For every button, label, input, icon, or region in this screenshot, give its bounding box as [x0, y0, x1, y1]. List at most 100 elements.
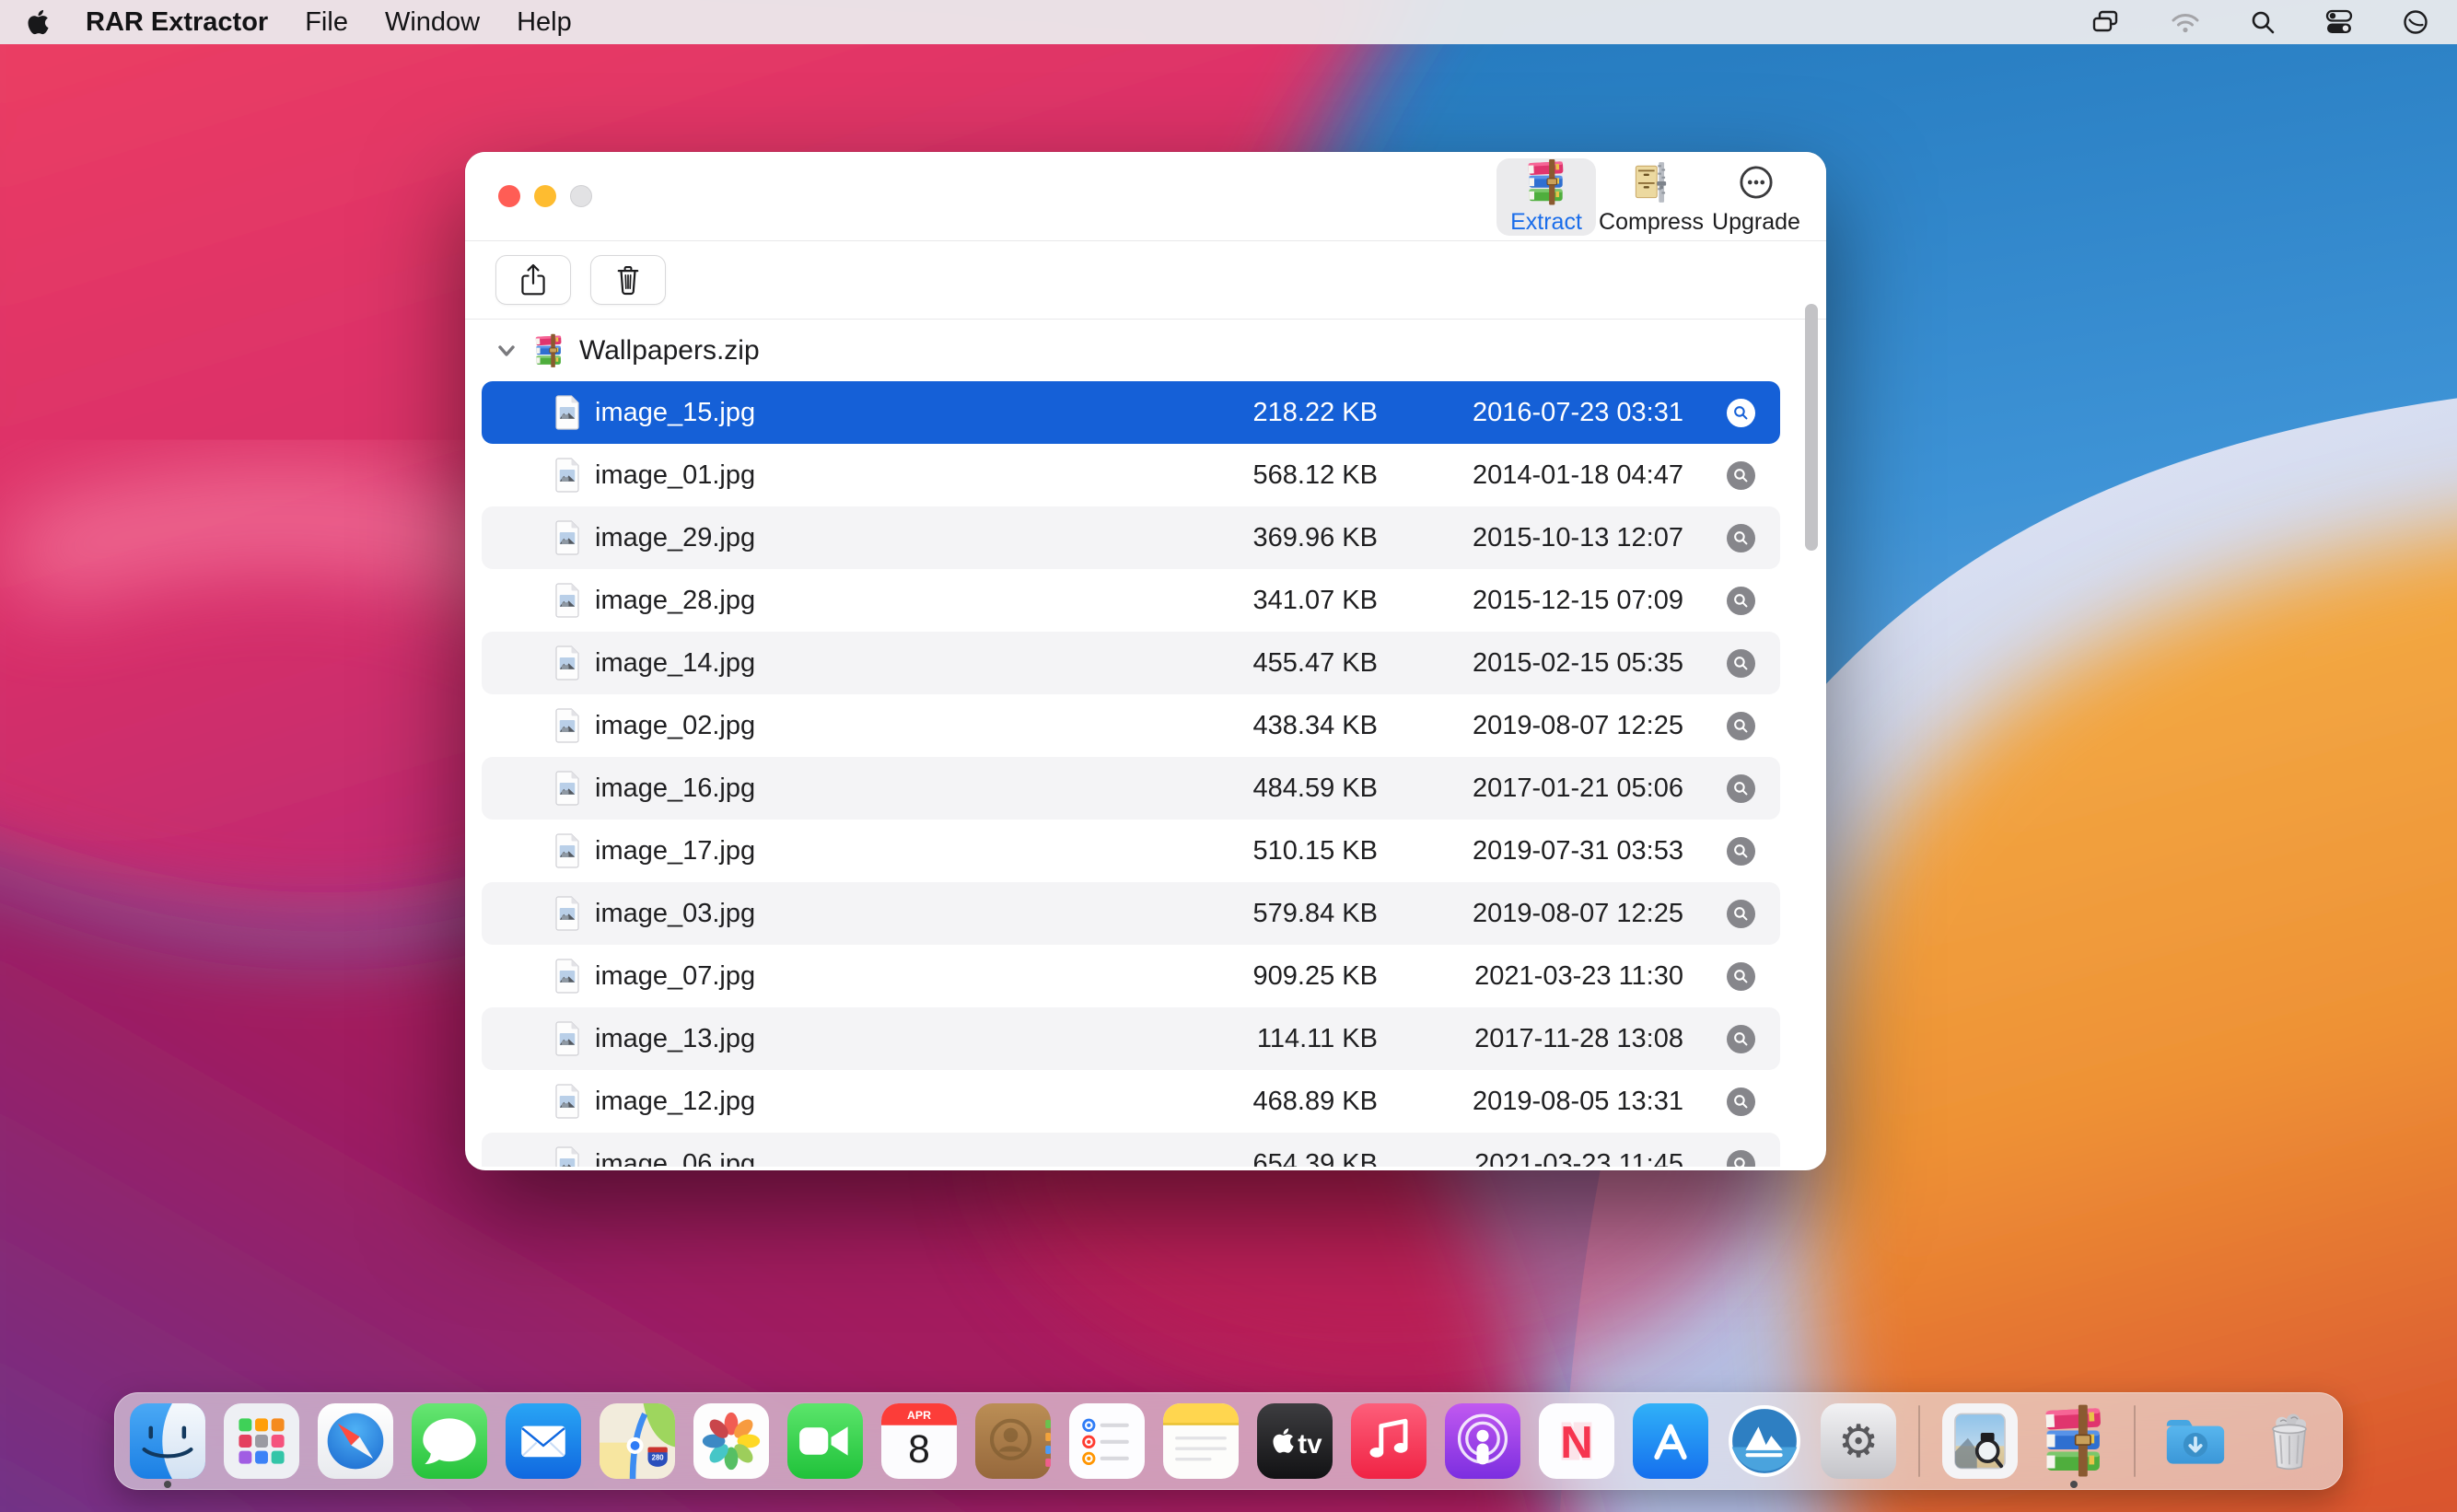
dock-finder[interactable] — [130, 1403, 205, 1479]
rar-extractor-window: Extract Compress — [465, 152, 1826, 1170]
archive-row[interactable]: Wallpapers.zip — [482, 320, 1780, 381]
clock-icon[interactable] — [2402, 8, 2429, 36]
dock-notes[interactable] — [1163, 1403, 1239, 1479]
file-name: image_03.jpg — [595, 899, 755, 929]
magnifier-badge-icon[interactable] — [1727, 399, 1755, 427]
extract-tool-button[interactable]: Extract — [1496, 158, 1596, 236]
minimize-button[interactable] — [534, 185, 556, 207]
file-row[interactable]: image_29.jpg 369.96 KB 2015-10-13 12:07 — [482, 506, 1780, 569]
dock-rar-extractor[interactable] — [2036, 1403, 2112, 1479]
dock-launchpad[interactable] — [224, 1403, 299, 1479]
file-date: 2016-07-23 03:31 — [1473, 398, 1683, 428]
magnifier-badge-icon[interactable] — [1727, 837, 1755, 866]
scrollbar-thumb[interactable] — [1805, 304, 1818, 551]
file-row[interactable]: image_03.jpg 579.84 KB 2019-08-07 12:25 — [482, 882, 1780, 945]
dock-facetime[interactable] — [787, 1403, 863, 1479]
menu-help[interactable]: Help — [517, 7, 572, 38]
dock-trash[interactable] — [2252, 1403, 2327, 1479]
jpeg-document-icon — [553, 520, 581, 555]
close-button[interactable] — [498, 185, 520, 207]
magnifier-badge-icon[interactable] — [1727, 1150, 1755, 1168]
dock-app-store[interactable] — [1633, 1403, 1708, 1479]
dock-safari[interactable] — [318, 1403, 393, 1479]
dock-news[interactable]: N — [1539, 1403, 1614, 1479]
file-row[interactable]: image_16.jpg 484.59 KB 2017-01-21 05:06 — [482, 757, 1780, 820]
calendar-month: APR — [907, 1409, 931, 1422]
file-row[interactable]: image_07.jpg 909.25 KB 2021-03-23 11:30 — [482, 945, 1780, 1007]
dock-mountain-app[interactable] — [1727, 1403, 1802, 1479]
wifi-icon[interactable] — [2170, 9, 2201, 35]
compress-tool-button[interactable]: Compress — [1601, 158, 1701, 236]
file-row[interactable]: image_06.jpg 654.39 KB 2021-03-23 11:45 — [482, 1133, 1780, 1167]
dock-maps[interactable]: 280 — [600, 1403, 675, 1479]
file-date: 2019-08-05 13:31 — [1473, 1087, 1683, 1117]
file-size: 369.96 KB — [1253, 523, 1378, 553]
file-row[interactable]: image_12.jpg 468.89 KB 2019-08-05 13:31 — [482, 1070, 1780, 1133]
magnifier-badge-icon[interactable] — [1727, 962, 1755, 991]
file-date: 2015-02-15 05:35 — [1473, 648, 1683, 679]
menu-bar: RAR Extractor File Window Help — [0, 0, 2457, 44]
file-row[interactable]: image_15.jpg 218.22 KB 2016-07-23 03:31 — [482, 381, 1780, 444]
file-size: 341.07 KB — [1253, 586, 1378, 616]
dock-preview[interactable] — [1942, 1403, 2018, 1479]
magnifier-badge-icon[interactable] — [1727, 587, 1755, 615]
trash-icon — [612, 262, 644, 297]
magnifier-badge-icon[interactable] — [1727, 649, 1755, 678]
magnifier-badge-icon[interactable] — [1727, 712, 1755, 740]
dock-music[interactable] — [1351, 1403, 1426, 1479]
file-name: image_12.jpg — [595, 1087, 755, 1117]
menu-file[interactable]: File — [305, 7, 348, 38]
magnifier-badge-icon[interactable] — [1727, 1025, 1755, 1053]
file-size: 468.89 KB — [1253, 1087, 1378, 1117]
control-center-icon[interactable] — [2324, 8, 2354, 36]
dock-podcasts[interactable] — [1445, 1403, 1520, 1479]
jpeg-document-icon — [553, 1146, 581, 1167]
file-list: Wallpapers.zip image_15.jpg 218.22 KB 20… — [482, 320, 1780, 1167]
apple-menu[interactable] — [28, 8, 49, 36]
dock-downloads-folder[interactable] — [2158, 1403, 2233, 1479]
file-row[interactable]: image_17.jpg 510.15 KB 2019-07-31 03:53 — [482, 820, 1780, 882]
dock-apple-tv[interactable]: tv — [1257, 1403, 1333, 1479]
file-name: image_02.jpg — [595, 711, 755, 741]
file-row[interactable]: image_28.jpg 341.07 KB 2015-12-15 07:09 — [482, 569, 1780, 632]
chevron-down-icon[interactable] — [495, 339, 518, 363]
file-name: image_14.jpg — [595, 648, 755, 679]
magnifier-badge-icon[interactable] — [1727, 524, 1755, 552]
search-icon[interactable] — [2249, 8, 2277, 36]
file-size: 114.11 KB — [1257, 1024, 1378, 1054]
file-row[interactable]: image_02.jpg 438.34 KB 2019-08-07 12:25 — [482, 694, 1780, 757]
file-name: image_28.jpg — [595, 586, 755, 616]
archive-name: Wallpapers.zip — [579, 335, 760, 366]
file-name: image_06.jpg — [595, 1149, 755, 1168]
window-titlebar[interactable]: Extract Compress — [465, 152, 1826, 241]
magnifier-badge-icon[interactable] — [1727, 1087, 1755, 1116]
screen-mirroring-icon[interactable] — [2089, 8, 2122, 36]
jpeg-document-icon — [553, 395, 581, 430]
dock-photos[interactable] — [693, 1403, 769, 1479]
interstate-shield: 280 — [647, 1448, 667, 1467]
dock-system-preferences[interactable]: ⚙ — [1821, 1403, 1896, 1479]
dock-messages[interactable] — [412, 1403, 487, 1479]
magnifier-badge-icon[interactable] — [1727, 461, 1755, 490]
dock-divider — [1918, 1405, 1920, 1477]
dock-calendar[interactable]: APR 8 — [881, 1403, 957, 1479]
file-date: 2021-03-23 11:45 — [1474, 1149, 1683, 1168]
dock-mail[interactable] — [506, 1403, 581, 1479]
magnifier-badge-icon[interactable] — [1727, 774, 1755, 803]
file-row[interactable]: image_13.jpg 114.11 KB 2017-11-28 13:08 — [482, 1007, 1780, 1070]
dock-contacts[interactable] — [975, 1403, 1051, 1479]
file-row[interactable]: image_01.jpg 568.12 KB 2014-01-18 04:47 — [482, 444, 1780, 506]
file-date: 2015-10-13 12:07 — [1473, 523, 1683, 553]
delete-button[interactable] — [590, 255, 666, 305]
file-date: 2019-08-07 12:25 — [1473, 899, 1683, 929]
magnifier-badge-icon[interactable] — [1727, 900, 1755, 928]
file-name: image_29.jpg — [595, 523, 755, 553]
share-button[interactable] — [495, 255, 571, 305]
dock-reminders[interactable] — [1069, 1403, 1145, 1479]
menubar-app-name[interactable]: RAR Extractor — [86, 7, 268, 38]
upgrade-tool-button[interactable]: Upgrade — [1706, 158, 1806, 236]
file-size: 438.34 KB — [1253, 711, 1378, 741]
menu-window[interactable]: Window — [385, 7, 480, 38]
file-row[interactable]: image_14.jpg 455.47 KB 2015-02-15 05:35 — [482, 632, 1780, 694]
rar-books-icon — [531, 333, 566, 368]
